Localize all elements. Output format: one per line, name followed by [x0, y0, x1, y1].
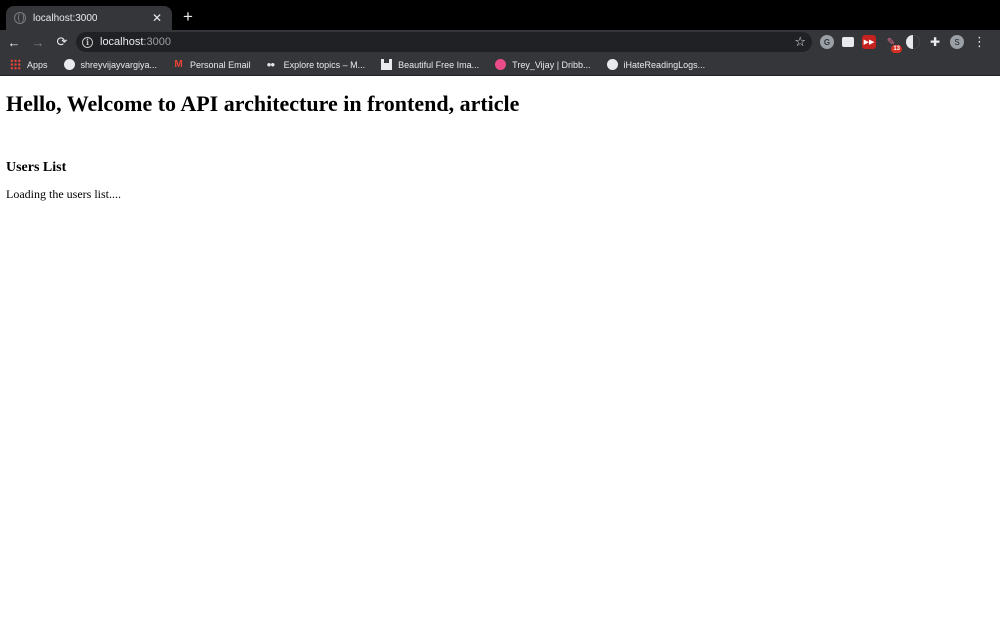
back-button[interactable]: ←: [4, 32, 24, 52]
unsplash-icon: [381, 59, 393, 70]
notification-extension-icon[interactable]: ✎ 13: [884, 35, 902, 53]
site-info-icon[interactable]: i: [82, 36, 93, 48]
browser-toolbar: ← → ⟳ i localhost:3000 ☆ G ▶▶ ✎ 13 ✚ S ⋮: [0, 30, 1000, 54]
address-bar[interactable]: i localhost:3000 ☆: [76, 32, 812, 52]
github-icon: [63, 59, 75, 70]
bookmark-label: iHateReadingLogs...: [623, 59, 706, 70]
dark-mode-extension-icon[interactable]: [906, 35, 920, 49]
github-icon: [606, 59, 618, 70]
globe-icon: [14, 12, 26, 24]
bookmark-github-profile[interactable]: shreyvijayvargiya...: [63, 59, 158, 70]
apps-grid-icon: [10, 59, 21, 70]
bookmark-label: Personal Email: [190, 59, 251, 70]
users-list-heading: Users List: [6, 160, 67, 175]
page-title: Hello, Welcome to API architecture in fr…: [6, 91, 520, 116]
mail-extension-icon[interactable]: [842, 37, 854, 47]
extensions-area: G ▶▶ ✎ 13 ✚ S ⋮: [820, 30, 986, 54]
loading-status-text: Loading the users list....: [6, 187, 121, 201]
close-tab-icon[interactable]: ✕: [150, 12, 164, 24]
new-tab-button[interactable]: +: [180, 8, 196, 25]
bookmark-label: Beautiful Free Ima...: [398, 59, 480, 70]
bookmark-label: Apps: [27, 59, 48, 70]
bookmark-medium[interactable]: ●● Explore topics – M...: [267, 59, 366, 70]
url-text[interactable]: localhost:3000: [100, 36, 171, 48]
reload-button[interactable]: ⟳: [52, 32, 72, 52]
bookmark-dribbble[interactable]: Trey_Vijay | Dribb...: [495, 59, 591, 70]
tab-title: localhost:3000: [33, 12, 98, 24]
forward-button[interactable]: →: [28, 32, 48, 52]
url-host: localhost: [100, 36, 144, 48]
bookmark-star-icon[interactable]: ☆: [794, 34, 806, 50]
bookmark-label: shreyvijayvargiya...: [80, 59, 158, 70]
extension-badge-count: 13: [891, 45, 902, 53]
url-port: :3000: [143, 36, 171, 48]
grammarly-extension-icon[interactable]: G: [820, 35, 834, 49]
bookmark-unsplash[interactable]: Beautiful Free Ima...: [381, 59, 479, 70]
page-content: Hello, Welcome to API architecture in fr…: [0, 77, 1000, 625]
tab-strip: localhost:3000 ✕ +: [0, 0, 1000, 30]
bookmark-label: Trey_Vijay | Dribb...: [512, 59, 591, 70]
extensions-puzzle-icon[interactable]: ✚: [928, 35, 942, 49]
medium-icon: ●●: [266, 60, 276, 69]
bookmarks-bar: Apps shreyvijayvargiya... M Personal Ema…: [0, 54, 1000, 76]
gmail-icon: M: [174, 59, 183, 70]
bookmark-apps[interactable]: Apps: [10, 59, 48, 70]
dribbble-icon: [495, 59, 507, 70]
bookmark-label: Explore topics – M...: [283, 59, 366, 70]
bookmark-personal-email[interactable]: M Personal Email: [173, 59, 251, 70]
browser-tab-active[interactable]: localhost:3000 ✕: [6, 6, 172, 30]
bookmark-github-repo[interactable]: iHateReadingLogs...: [606, 59, 706, 70]
profile-avatar[interactable]: S: [950, 35, 964, 49]
media-extension-icon[interactable]: ▶▶: [862, 35, 876, 49]
browser-menu-icon[interactable]: ⋮: [973, 35, 986, 49]
